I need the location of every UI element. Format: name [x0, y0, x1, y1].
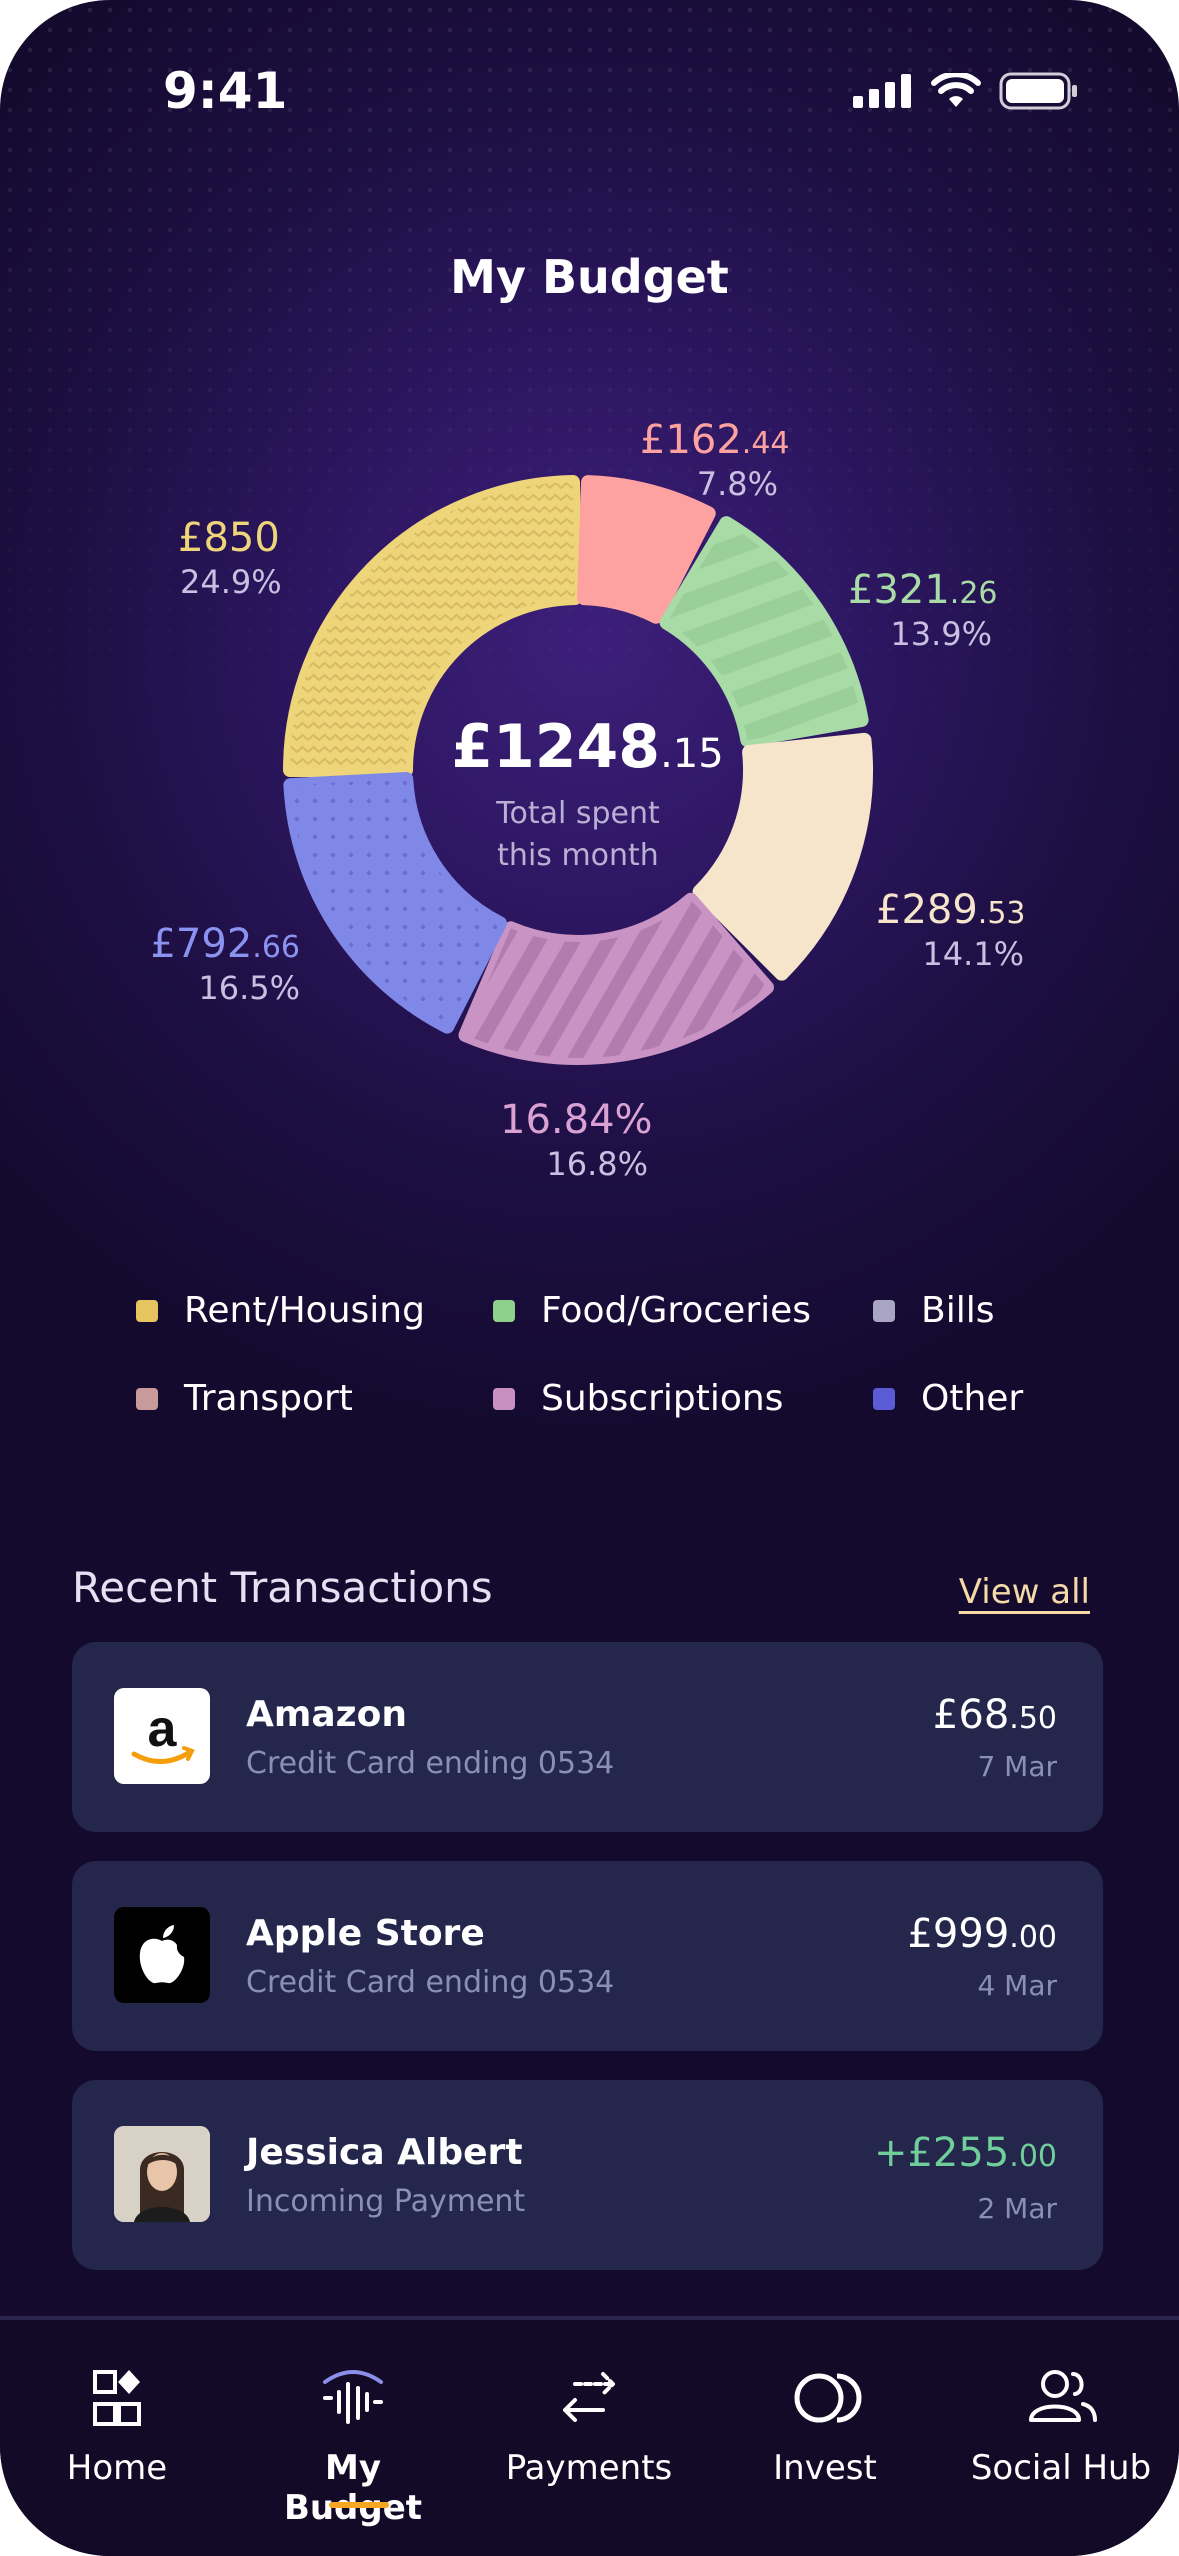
caption-line1: Total spent — [496, 796, 660, 831]
slice-label-transport: £162.44 7.8% — [640, 417, 790, 503]
view-all-link[interactable]: View all — [959, 1572, 1090, 1612]
legend-label: Other — [921, 1378, 1024, 1419]
caption-line2: this month — [497, 838, 659, 873]
slice-amount: £289 — [876, 887, 978, 933]
merchant-name: Amazon — [246, 1694, 407, 1735]
bottom-navigation: Home My Budget Payments Invest Social Hu… — [0, 2316, 1179, 2556]
legend-item-rent: Rent/Housing — [136, 1290, 425, 1331]
legend-item-food: Food/Groceries — [493, 1290, 811, 1331]
sender-name: Jessica Albert — [246, 2132, 523, 2173]
slice-percent: 24.9% — [180, 563, 282, 601]
slice-percent: 7.8% — [696, 465, 778, 503]
nav-label: Home — [66, 2448, 168, 2488]
total-decimals: .15 — [660, 731, 724, 777]
transaction-amount: £999.00 — [907, 1911, 1057, 1957]
people-icon — [1029, 2370, 1097, 2422]
nav-label: My Budget — [283, 2448, 423, 2528]
slice-label-rent: £850 24.9% — [178, 518, 282, 598]
transaction-amount: £68.50 — [933, 1692, 1057, 1738]
active-indicator — [329, 2502, 389, 2508]
slice-percent: 16.5% — [198, 969, 300, 1007]
nav-label: Social Hub — [970, 2448, 1152, 2488]
svg-text:a: a — [148, 1700, 178, 1758]
slice-label-food: £321.26 13.9% — [848, 567, 998, 653]
merchant-name: Apple Store — [246, 1913, 485, 1954]
avatar — [114, 2126, 210, 2222]
slice-amount: £321 — [848, 567, 950, 613]
legend-label: Food/Groceries — [541, 1290, 812, 1331]
legend-swatch — [873, 1387, 895, 1410]
transaction-row-amazon[interactable]: a Amazon Credit Card ending 0534 £68.50 … — [72, 1642, 1103, 1832]
budget-waveform-icon — [323, 2370, 383, 2424]
slice-label-bills: £289.53 14.1% — [876, 887, 1026, 973]
payment-method: Credit Card ending 0534 — [246, 1746, 615, 1781]
legend-swatch — [873, 1299, 895, 1322]
transaction-row-jessica[interactable]: Jessica Albert Incoming Payment +£255.00… — [72, 2080, 1103, 2270]
payment-method: Credit Card ending 0534 — [246, 1965, 615, 2000]
legend-item-transport: Transport — [136, 1378, 353, 1419]
legend-swatch — [136, 1387, 158, 1410]
transaction-date: 7 Mar — [977, 1750, 1057, 1783]
apple-logo — [114, 1907, 210, 2003]
legend-swatch — [493, 1299, 515, 1322]
total-spent-caption: Total spent this month — [428, 793, 728, 877]
slice-amount: £792 — [150, 921, 253, 967]
amount-main: £999 — [907, 1911, 1010, 1957]
slice-amount-decimals: .53 — [977, 896, 1026, 931]
budget-donut-chart — [283, 475, 873, 1065]
total-spent-amount: £1248.15 — [0, 712, 1177, 782]
phone-screen: 9:41 My Budget £850 24.9% £162.44 7.8% £… — [0, 0, 1179, 2556]
slice-label-subscriptions: 16.84% 16.8% — [500, 1100, 653, 1183]
amount-decimals: .50 — [1009, 1701, 1057, 1736]
legend-label: Rent/Housing — [184, 1290, 425, 1331]
legend-item-subscriptions: Subscriptions — [493, 1378, 783, 1419]
legend-label: Bills — [921, 1290, 995, 1331]
invest-circles-icon — [794, 2373, 862, 2423]
slice-amount: 16.84% — [500, 1097, 653, 1143]
amount-main: £68 — [932, 1692, 1010, 1738]
transaction-row-apple[interactable]: Apple Store Credit Card ending 0534 £999… — [72, 1861, 1103, 2051]
legend-swatch — [493, 1387, 515, 1410]
transfer-arrows-icon — [563, 2372, 615, 2422]
slice-amount-decimals: .66 — [252, 930, 300, 965]
legend-swatch — [136, 1299, 158, 1322]
legend-label: Subscriptions — [541, 1378, 784, 1419]
legend-label: Transport — [184, 1378, 353, 1419]
slice-amount-decimals: .26 — [949, 576, 998, 611]
slice-amount-decimals: .44 — [741, 426, 790, 461]
amount-decimals: .00 — [1009, 2139, 1057, 2174]
payment-type: Incoming Payment — [246, 2184, 526, 2219]
legend-item-bills: Bills — [873, 1290, 994, 1331]
amount-main: +£255 — [873, 2130, 1010, 2176]
legend-item-other: Other — [873, 1378, 1023, 1419]
slice-label-other: £792.66 16.5% — [150, 924, 300, 1004]
transaction-date: 4 Mar — [977, 1969, 1057, 2002]
amount-decimals: .00 — [1009, 1920, 1057, 1955]
amazon-logo: a — [114, 1688, 210, 1784]
slice-percent: 13.9% — [890, 615, 992, 653]
transaction-amount: +£255.00 — [874, 2130, 1057, 2176]
recent-transactions-title: Recent Transactions — [72, 1563, 493, 1612]
slice-amount: £162 — [640, 417, 742, 463]
nav-label: Payments — [505, 2448, 673, 2488]
slice-amount: £850 — [178, 515, 280, 561]
transaction-date: 2 Mar — [977, 2192, 1057, 2225]
home-grid-icon — [93, 2370, 141, 2426]
slice-percent: 16.8% — [546, 1145, 648, 1183]
nav-label: Invest — [773, 2448, 877, 2488]
total-main: £1248 — [451, 712, 661, 782]
slice-percent: 14.1% — [922, 935, 1024, 973]
